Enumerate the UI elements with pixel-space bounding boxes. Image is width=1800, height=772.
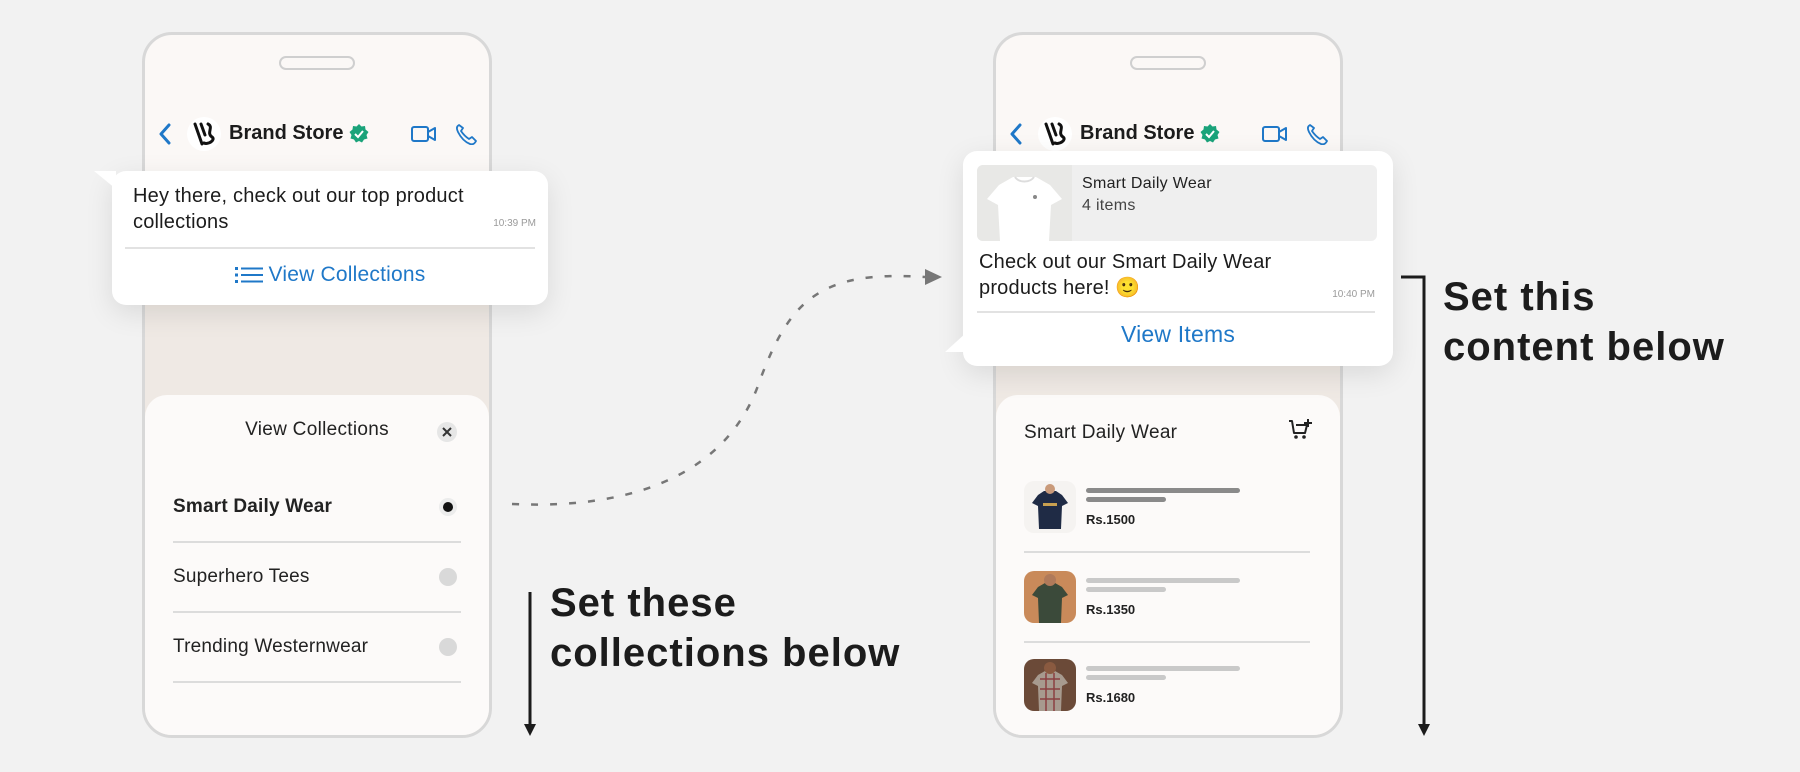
collection-option[interactable]: Smart Daily Wear — [173, 473, 461, 543]
message-text: Check out our Smart Daily Wear products … — [979, 251, 1272, 299]
products-message-bubble: Smart Daily Wear 4 items Check out our S… — [945, 151, 1393, 366]
product-row[interactable]: Rs.1500 — [1024, 463, 1310, 553]
collection-option[interactable]: Trending Westernwear — [173, 613, 461, 683]
left-annotation: Set these collections below — [550, 578, 900, 678]
chat-header: Brand Store — [145, 95, 489, 173]
view-collections-button[interactable]: View Collections — [112, 263, 548, 287]
radio-button[interactable] — [439, 568, 457, 586]
sheet-title: Smart Daily Wear — [1024, 421, 1178, 443]
product-name-placeholder — [1086, 487, 1240, 493]
bubble-divider — [977, 311, 1375, 313]
right-annotation-line2: content below — [1443, 325, 1725, 369]
right-annotation-line1: Set this — [1443, 275, 1596, 319]
back-icon[interactable] — [157, 119, 177, 149]
bubble-divider — [125, 247, 535, 249]
radio-button-selected[interactable] — [439, 498, 457, 516]
brand-logo-icon[interactable] — [1038, 116, 1072, 151]
collection-label: Smart Daily Wear — [173, 496, 333, 517]
video-call-icon[interactable] — [1262, 125, 1288, 143]
list-icon — [234, 266, 263, 284]
left-phone: Brand Store View Collections Smart Daily… — [142, 32, 492, 738]
brand-name[interactable]: Brand Store — [229, 122, 343, 145]
phone-call-icon[interactable] — [1306, 123, 1328, 145]
radio-button[interactable] — [439, 638, 457, 656]
brand-logo-icon[interactable] — [187, 116, 221, 151]
product-desc-placeholder — [1086, 586, 1166, 592]
left-annotation-line2: collections below — [550, 631, 901, 675]
collection-card[interactable]: Smart Daily Wear 4 items — [977, 165, 1377, 241]
product-price: Rs.1680 — [1086, 689, 1136, 705]
right-down-arrow — [1401, 275, 1426, 726]
message-time: 10:40 PM — [1332, 289, 1375, 300]
dotted-flow-arrow — [511, 274, 926, 506]
verified-icon — [1200, 123, 1220, 144]
right-annotation: Set this content below — [1443, 272, 1725, 372]
collections-sheet: View Collections Smart Daily Wear Superh… — [145, 395, 489, 735]
phone-call-icon[interactable] — [455, 123, 477, 145]
collection-card-count: 4 items — [1082, 197, 1136, 214]
product-thumbnail — [1024, 659, 1076, 711]
message-time: 10:39 PM — [493, 218, 536, 229]
collection-card-title: Smart Daily Wear — [1082, 175, 1212, 192]
back-icon[interactable] — [1008, 119, 1028, 149]
product-price: Rs.1500 — [1086, 511, 1136, 527]
product-desc-placeholder — [1086, 674, 1166, 680]
products-sheet: Smart Daily Wear Rs.1500 Rs.1350 Rs.1680 — [996, 395, 1340, 735]
verified-icon — [349, 123, 369, 144]
phone-speaker — [279, 56, 355, 70]
message-text: Hey there, check out our top product col… — [133, 185, 464, 233]
add-to-cart-icon[interactable] — [1288, 419, 1312, 446]
collections-message-bubble: Hey there, check out our top product col… — [94, 171, 548, 305]
product-thumbnail — [1024, 481, 1076, 533]
collection-thumbnail — [977, 165, 1072, 241]
brand-name[interactable]: Brand Store — [1080, 122, 1194, 145]
collection-option[interactable]: Superhero Tees — [173, 543, 461, 613]
right-phone: Brand Store Smart Daily Wear Rs.1500 Rs.… — [993, 32, 1343, 738]
product-row[interactable]: Rs.1680 — [1024, 641, 1310, 729]
product-thumbnail — [1024, 571, 1076, 623]
close-icon[interactable] — [437, 422, 457, 442]
phone-speaker — [1130, 56, 1206, 70]
left-down-arrowhead — [524, 724, 536, 736]
collection-label: Trending Westernwear — [173, 636, 369, 657]
view-items-label: View Items — [1120, 321, 1236, 347]
video-call-icon[interactable] — [411, 125, 437, 143]
product-desc-placeholder — [1086, 496, 1166, 502]
product-row[interactable]: Rs.1350 — [1024, 553, 1310, 643]
flow-arrow-head — [925, 269, 942, 285]
left-annotation-line1: Set these — [550, 581, 737, 625]
view-items-button[interactable]: View Items — [963, 321, 1393, 348]
product-name-placeholder — [1086, 665, 1240, 671]
collection-label: Superhero Tees — [173, 566, 310, 587]
product-price: Rs.1350 — [1086, 601, 1136, 617]
view-collections-label: View Collections — [268, 263, 426, 286]
product-name-placeholder — [1086, 577, 1240, 583]
right-down-arrowhead — [1418, 724, 1430, 736]
